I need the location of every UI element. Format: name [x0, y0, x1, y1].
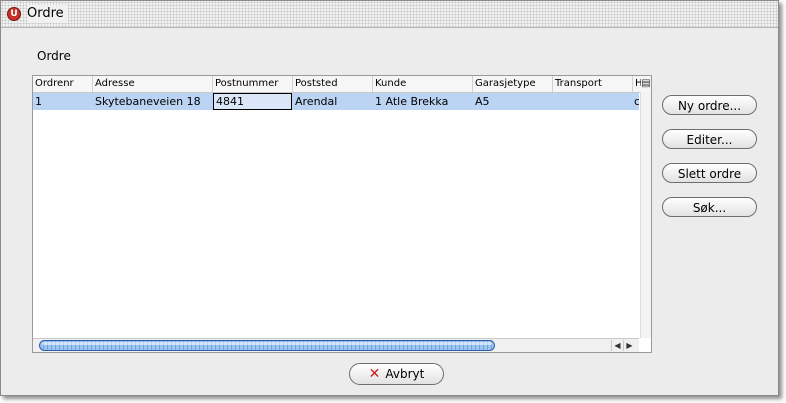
scroll-right-arrow-icon[interactable]: ▶: [623, 340, 635, 351]
search-order-button[interactable]: Søk...: [662, 197, 757, 217]
edit-order-button[interactable]: Editer...: [662, 129, 757, 149]
column-header-garasjetype[interactable]: Garasjetype: [473, 76, 553, 92]
title-bar[interactable]: U Ordre: [1, 1, 778, 28]
x-icon: ✕: [368, 366, 381, 382]
cell-postnummer[interactable]: 4841: [213, 93, 292, 110]
window-title: Ordre: [27, 5, 68, 23]
cancel-button-label: Avbryt: [385, 367, 425, 381]
column-header-transport[interactable]: Transport: [553, 76, 633, 92]
column-header-ordrenr[interactable]: Ordrenr: [33, 76, 93, 92]
order-table: Ordrenr Adresse Postnummer Poststed Kund…: [32, 75, 652, 353]
column-header-postnummer[interactable]: Postnummer: [213, 76, 293, 92]
section-label: Ordre: [37, 49, 71, 63]
cell-ordrenr[interactable]: 1: [33, 93, 93, 110]
app-icon: U: [7, 7, 21, 21]
cell-transport[interactable]: [553, 93, 633, 110]
cell-garasjetype[interactable]: A5: [473, 93, 553, 110]
column-chooser-icon[interactable]: ▤: [641, 77, 651, 90]
new-order-button[interactable]: Ny ordre...: [662, 95, 757, 115]
column-header-kunde[interactable]: Kunde: [373, 76, 473, 92]
scroll-left-arrow-icon[interactable]: ◀: [611, 340, 623, 351]
order-window: U Ordre Ordre Ordrenr Adresse Postnummer…: [0, 0, 779, 396]
vertical-scrollbar[interactable]: [640, 92, 651, 338]
table-row[interactable]: 1 Skytebaneveien 18 4841 Arendal 1 Atle …: [33, 93, 639, 110]
horizontal-scroll-thumb[interactable]: [39, 340, 495, 351]
column-header-adresse[interactable]: Adresse: [93, 76, 213, 92]
cell-adresse[interactable]: Skytebaneveien 18: [93, 93, 213, 110]
delete-order-button[interactable]: Slett ordre: [662, 163, 757, 183]
column-header-h[interactable]: H: [633, 76, 641, 92]
cancel-button[interactable]: ✕ Avbryt: [349, 363, 444, 385]
column-header-poststed[interactable]: Poststed: [293, 76, 373, 92]
cell-h[interactable]: c: [633, 93, 639, 110]
table-header: Ordrenr Adresse Postnummer Poststed Kund…: [33, 76, 651, 93]
cell-poststed[interactable]: Arendal: [293, 93, 373, 110]
cell-kunde[interactable]: 1 Atle Brekka: [373, 93, 473, 110]
horizontal-scrollbar[interactable]: ◀ ▶: [33, 338, 639, 352]
